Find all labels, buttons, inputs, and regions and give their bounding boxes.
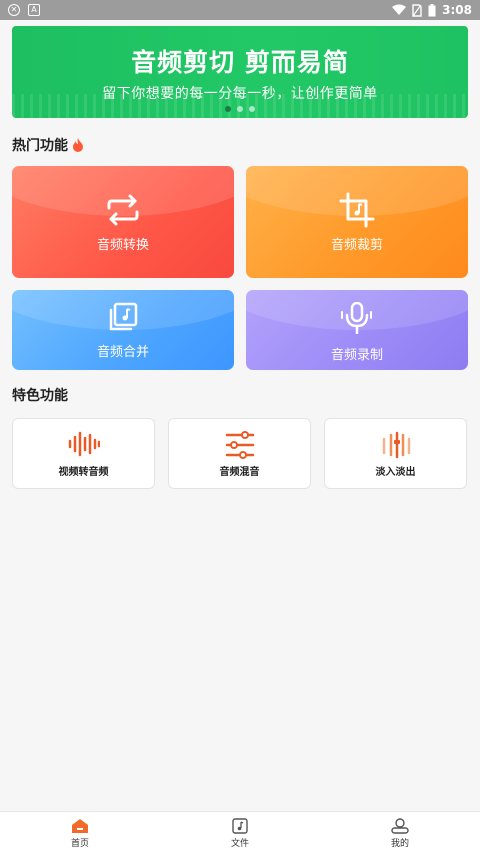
- pagination-dot[interactable]: [249, 106, 255, 112]
- status-time: 3:08: [442, 3, 472, 17]
- special-section-title: 特色功能: [12, 385, 68, 405]
- convert-audio-label: 音频转换: [96, 238, 149, 253]
- hot-section-label: 热门功能: [12, 138, 68, 154]
- status-bar: ✕ A 3:08: [0, 0, 480, 20]
- app-notification-icon: A: [28, 4, 40, 16]
- nav-item-home[interactable]: 首页: [50, 818, 110, 849]
- microphone-icon: [341, 302, 372, 334]
- merge-audio-label: 音频合并: [96, 345, 149, 360]
- fire-icon: [73, 138, 83, 152]
- bottom-navigation: 首页 文件 我的: [0, 811, 480, 853]
- no-sim-icon: [412, 3, 422, 17]
- nav-profile-label: 我的: [390, 839, 409, 849]
- crop-music-icon: [339, 192, 375, 228]
- record-audio-card[interactable]: 音频录制: [246, 290, 468, 370]
- convert-audio-card[interactable]: 音频转换: [12, 166, 234, 278]
- fade-in-out-label: 淡入淡出: [375, 467, 416, 478]
- video-to-audio-label: 视频转音频: [58, 467, 109, 478]
- banner-pagination: [225, 106, 255, 112]
- video-to-audio-card[interactable]: 视频转音频: [12, 418, 155, 489]
- nav-home-label: 首页: [70, 839, 89, 849]
- hot-section-title: 热门功能: [12, 135, 84, 155]
- promo-banner[interactable]: 音频剪切 剪而易简 留下你想要的每一分每一秒，让创作更简单: [12, 26, 468, 118]
- crop-audio-card[interactable]: 音频裁剪: [246, 166, 468, 278]
- status-notification-icons: ✕ A: [8, 4, 40, 16]
- audio-mix-card[interactable]: 音频混音: [168, 418, 311, 489]
- status-system-icons: 3:08: [392, 3, 472, 17]
- audio-mix-label: 音频混音: [219, 467, 260, 478]
- mixer-sliders-icon: [225, 431, 254, 459]
- nav-item-profile[interactable]: 我的: [370, 818, 430, 849]
- merge-audio-card[interactable]: 音频合并: [12, 290, 234, 370]
- repeat-arrows-icon: [107, 194, 139, 226]
- fade-in-out-card[interactable]: 淡入淡出: [324, 418, 467, 489]
- profile-icon: [391, 818, 409, 834]
- fade-equalizer-icon: [382, 431, 410, 459]
- close-notification-icon: ✕: [8, 4, 20, 16]
- merge-music-icon: [109, 302, 138, 331]
- wifi-icon: [392, 4, 407, 15]
- pagination-dot-active[interactable]: [225, 106, 231, 112]
- battery-icon: [428, 3, 436, 16]
- home-icon: [72, 819, 88, 833]
- special-section-label: 特色功能: [12, 388, 68, 404]
- record-audio-label: 音频录制: [330, 348, 383, 363]
- banner-subtitle: 留下你想要的每一分每一秒，让创作更简单: [102, 86, 378, 102]
- crop-audio-label: 音频裁剪: [330, 238, 383, 253]
- nav-files-label: 文件: [230, 839, 249, 849]
- music-file-icon: [232, 818, 248, 834]
- banner-title: 音频剪切 剪而易简: [131, 48, 349, 77]
- pagination-dot[interactable]: [237, 106, 243, 112]
- nav-item-files[interactable]: 文件: [210, 818, 270, 849]
- waveform-icon: [68, 431, 100, 457]
